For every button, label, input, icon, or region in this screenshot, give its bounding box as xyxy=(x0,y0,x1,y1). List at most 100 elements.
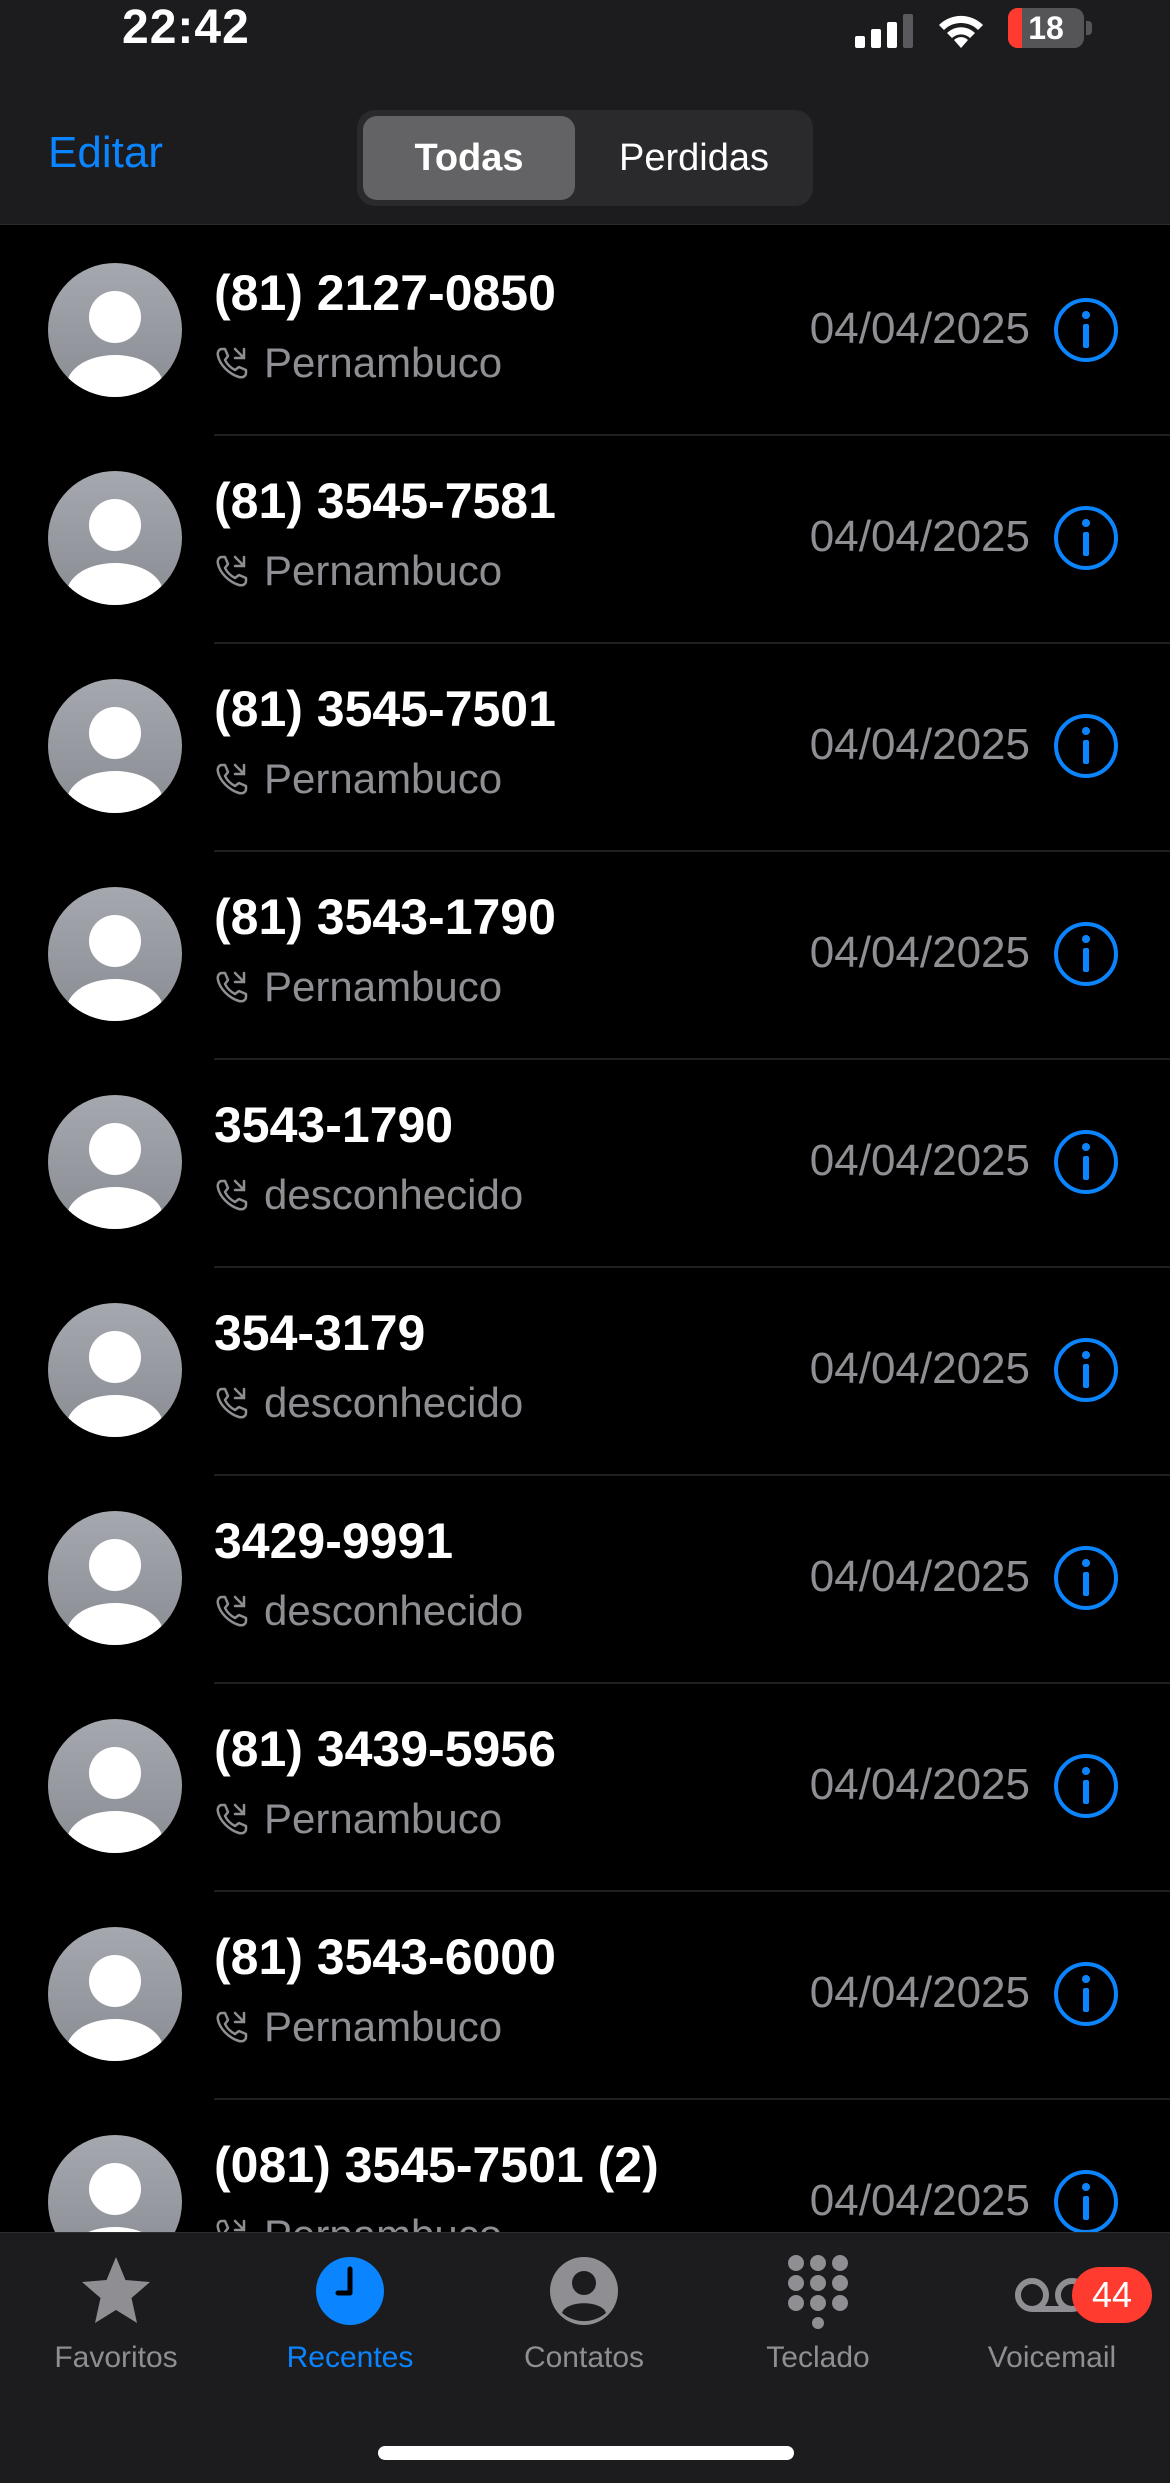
call-date: 04/04/2025 xyxy=(809,1344,1030,1393)
row-divider xyxy=(214,642,1170,644)
contact-avatar-icon xyxy=(48,1511,182,1645)
call-row[interactable]: 3543-1790 desconhecido 04/04/2025 xyxy=(0,1058,1170,1266)
info-icon[interactable] xyxy=(1052,712,1120,780)
battery-indicator: 18 xyxy=(1008,8,1092,48)
call-details: Pernambuco xyxy=(214,1795,503,1842)
contact-avatar-icon xyxy=(48,1927,182,2061)
row-divider xyxy=(214,1058,1170,1060)
tab-contacts[interactable]: Contatos xyxy=(484,2253,684,2393)
call-details: Pernambuco xyxy=(214,2211,502,2232)
row-divider xyxy=(214,1266,1170,1268)
outgoing-call-icon xyxy=(214,1593,250,1629)
tab-keypad-label-contacts: Contatos xyxy=(523,2341,645,2374)
call-date: 04/04/2025 xyxy=(809,512,1030,561)
tab-missed-calls[interactable]: Perdidas xyxy=(581,116,807,200)
keypad-icon xyxy=(788,2255,848,2329)
call-date: 04/04/2025 xyxy=(809,720,1030,769)
call-row[interactable]: (81) 2127-0850 Pernambuco 04/04/2025 xyxy=(0,226,1170,434)
call-row[interactable]: (081) 3545-7501 (2) Pernambuco 04/04/2025 xyxy=(0,2098,1170,2232)
info-icon[interactable] xyxy=(1052,2168,1120,2232)
info-icon[interactable] xyxy=(1052,920,1120,988)
contact-avatar-icon xyxy=(48,1303,182,1437)
info-icon[interactable] xyxy=(1052,1752,1120,1820)
voicemail-badge: 44 xyxy=(1072,2267,1152,2323)
call-filter-segmented-control: Todas Perdidas xyxy=(357,110,813,206)
caller-location: Pernambuco xyxy=(264,2211,502,2232)
caller-location: desconhecido xyxy=(264,1379,524,1426)
call-details: Pernambuco xyxy=(214,2003,503,2050)
call-date: 04/04/2025 xyxy=(809,1552,1030,1601)
info-icon[interactable] xyxy=(1052,504,1120,572)
tab-recents[interactable]: Recentes xyxy=(250,2253,450,2393)
home-indicator[interactable] xyxy=(378,2446,794,2460)
caller-location: Pernambuco xyxy=(264,2003,503,2050)
outgoing-call-icon xyxy=(214,1177,250,1213)
outgoing-call-icon xyxy=(214,345,250,381)
row-divider xyxy=(214,850,1170,852)
status-time: 22:42 xyxy=(122,1,250,54)
tab-favorites-label: Favoritos xyxy=(54,2341,178,2374)
clock-icon xyxy=(316,2257,384,2325)
edit-button[interactable]: Editar xyxy=(48,128,163,178)
outgoing-call-icon xyxy=(214,1801,250,1837)
caller-number: (81) 3439-5956 xyxy=(214,1721,556,1777)
contact-avatar-icon xyxy=(48,887,182,1021)
call-details: desconhecido xyxy=(214,1587,524,1634)
caller-location: Pernambuco xyxy=(264,339,503,386)
row-divider xyxy=(214,1682,1170,1684)
battery-percent: 18 xyxy=(1028,10,1064,46)
call-row[interactable]: (81) 3545-7581 Pernambuco 04/04/2025 xyxy=(0,434,1170,642)
call-row[interactable]: 3429-9991 desconhecido 04/04/2025 xyxy=(0,1474,1170,1682)
call-date: 04/04/2025 xyxy=(809,1760,1030,1809)
tab-keypad[interactable]: Teclado xyxy=(718,2253,918,2393)
call-row[interactable]: (81) 3543-6000 Pernambuco 04/04/2025 xyxy=(0,1890,1170,2098)
call-details: Pernambuco xyxy=(214,963,503,1010)
info-icon[interactable] xyxy=(1052,296,1120,364)
info-icon[interactable] xyxy=(1052,1544,1120,1612)
info-icon[interactable] xyxy=(1052,1960,1120,2028)
person-circle-icon xyxy=(550,2257,618,2325)
call-row[interactable]: (81) 3439-5956 Pernambuco 04/04/2025 xyxy=(0,1682,1170,1890)
call-date: 04/04/2025 xyxy=(809,1136,1030,1185)
caller-number: 3543-1790 xyxy=(214,1097,454,1153)
caller-location: Pernambuco xyxy=(264,1795,503,1842)
caller-location: Pernambuco xyxy=(264,755,503,802)
call-row[interactable]: (81) 3545-7501 Pernambuco 04/04/2025 xyxy=(0,642,1170,850)
call-date: 04/04/2025 xyxy=(809,2176,1030,2225)
info-icon[interactable] xyxy=(1052,1336,1120,1404)
row-divider xyxy=(214,1890,1170,1892)
call-details: desconhecido xyxy=(214,1171,523,1218)
tab-keypad-label: Teclado xyxy=(766,2341,870,2374)
recent-calls-list[interactable]: (81) 2127-0850 Pernambuco 04/04/2025 (81) 3… xyxy=(0,226,1170,2232)
caller-number: 354-3179 xyxy=(214,1305,426,1361)
tab-favorites[interactable]: Favoritos xyxy=(16,2253,216,2393)
outgoing-call-icon xyxy=(214,969,250,1005)
cellular-signal-icon xyxy=(855,14,913,48)
tab-recents-label: Recentes xyxy=(286,2341,414,2374)
info-icon[interactable] xyxy=(1052,1128,1120,1196)
outgoing-call-icon xyxy=(214,2217,250,2232)
call-row[interactable]: (81) 3543-1790 Pernambuco 04/04/2025 xyxy=(0,850,1170,1058)
caller-location: Pernambuco xyxy=(264,547,503,594)
caller-number: (81) 2127-0850 xyxy=(214,265,556,321)
wifi-icon xyxy=(939,15,983,48)
call-date: 04/04/2025 xyxy=(809,928,1030,977)
call-details: Pernambuco xyxy=(214,755,503,802)
call-date: 04/04/2025 xyxy=(809,304,1030,353)
outgoing-call-icon xyxy=(214,761,250,797)
call-details: Pernambuco xyxy=(214,339,503,386)
tab-voicemail-label: Voicemail xyxy=(987,2341,1117,2374)
call-row[interactable]: 354-3179 desconhecido 04/04/2025 xyxy=(0,1266,1170,1474)
contact-avatar-icon xyxy=(48,471,182,605)
outgoing-call-icon xyxy=(214,2009,250,2045)
contact-avatar-icon xyxy=(48,679,182,813)
caller-number: (81) 3543-6000 xyxy=(214,1929,556,1985)
tab-all-calls[interactable]: Todas xyxy=(363,116,575,200)
caller-location: Pernambuco xyxy=(264,963,503,1010)
caller-location: desconhecido xyxy=(264,1587,524,1634)
contact-avatar-icon xyxy=(48,1719,182,1853)
star-icon xyxy=(82,2257,150,2323)
call-details: Pernambuco xyxy=(214,547,503,594)
contact-avatar-icon xyxy=(48,2135,182,2232)
call-details: desconhecido xyxy=(214,1379,524,1426)
